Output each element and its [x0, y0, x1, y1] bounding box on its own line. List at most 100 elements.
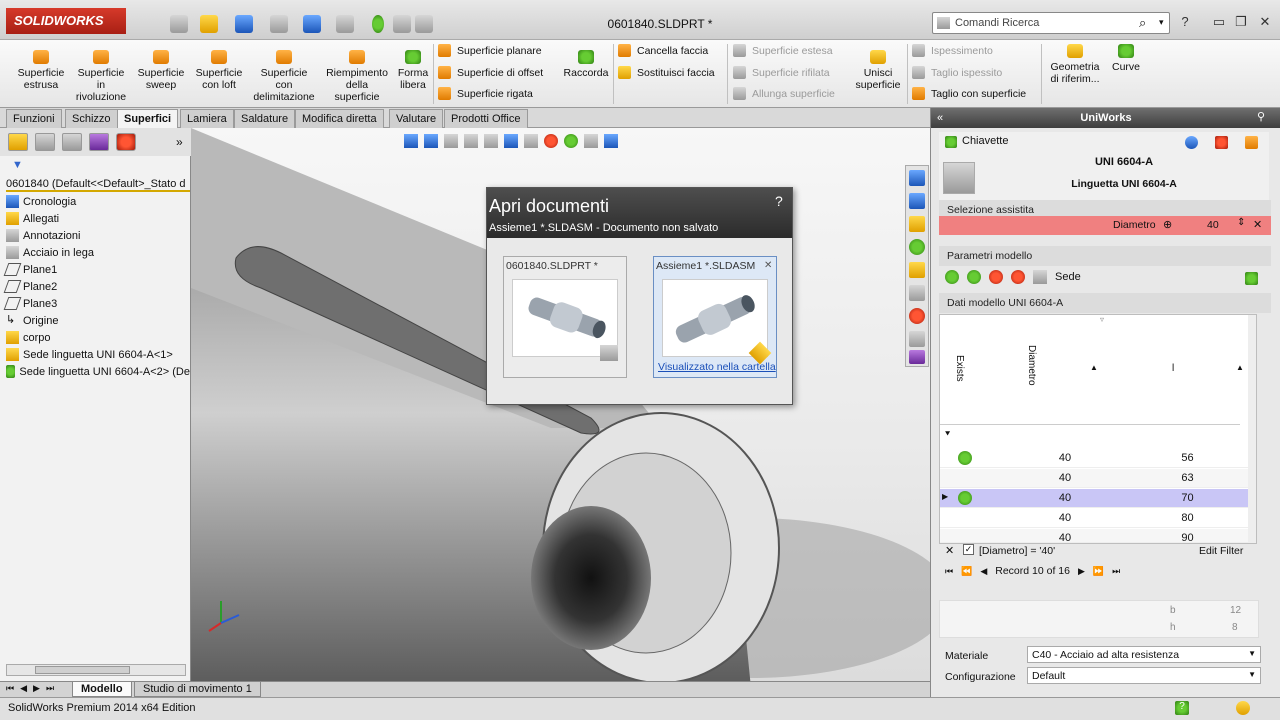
chevron-down-icon[interactable]: ▼ [1248, 670, 1256, 679]
tree-item-plane1[interactable]: Plane1 [3, 263, 57, 276]
table-row[interactable]: 40 90 [940, 529, 1250, 543]
geometria-riferimento-button[interactable]: Geometria di riferim... [1046, 44, 1104, 85]
clear-icon[interactable]: ✕ [1253, 218, 1262, 231]
help-icon[interactable] [1185, 136, 1198, 149]
chevron-down-icon[interactable]: ▾ [1159, 17, 1164, 28]
allunga-superficie-button[interactable]: Allunga superficie [733, 87, 835, 100]
tree-item-cronologia[interactable]: Cronologia [6, 195, 76, 208]
tree-item-sede-1[interactable]: Sede linguetta UNI 6604-A<1> [6, 348, 173, 361]
superficie-rifilata-button[interactable]: Superficie rifilata [733, 66, 830, 79]
appearances-icon[interactable] [909, 308, 925, 324]
horizontal-scrollbar[interactable] [6, 664, 186, 676]
edit-appearance-icon[interactable] [544, 134, 558, 148]
tree-item-origine[interactable]: ↳ Origine [6, 314, 58, 327]
uniworks-tab-icon[interactable] [909, 350, 925, 364]
sort-icon[interactable]: ▲ [1090, 363, 1098, 372]
shown-in-folder-link[interactable]: Visualizzato nella cartella [658, 361, 776, 373]
previous-record-icon[interactable]: ◀ [980, 566, 987, 577]
open-folder-icon[interactable] [200, 15, 218, 33]
custom-properties-icon[interactable] [909, 331, 925, 347]
previous-tab-icon[interactable]: ◀ [20, 683, 27, 694]
next-page-icon[interactable]: ⏩ [1093, 566, 1104, 577]
toolbox-icon[interactable] [909, 216, 925, 232]
diameter-selection-row[interactable]: Diametro ⊕ 40 ⇕ ✕ [939, 216, 1271, 235]
pin-icon[interactable]: ⚲ [1257, 110, 1265, 123]
filter-row-icon[interactable]: ⯆ [944, 429, 951, 440]
sede-label[interactable]: Sede [1055, 271, 1081, 283]
realview-icon[interactable] [604, 134, 618, 148]
next-record-icon[interactable]: ▶ [1078, 566, 1085, 577]
tab-modifica-diretta[interactable]: Modifica diretta [295, 109, 384, 128]
tab-valutare[interactable]: Valutare [389, 109, 444, 128]
superficie-estrusa-button[interactable]: Superficie estrusa [12, 50, 70, 91]
print-icon[interactable] [270, 15, 288, 33]
zoom-area-icon[interactable] [424, 134, 438, 148]
riempimento-button[interactable]: Riempimento della superficie [322, 50, 392, 103]
tree-item-corpo[interactable]: corpo [6, 331, 51, 344]
first-tab-icon[interactable]: ⏮ [6, 683, 14, 694]
view-palette-icon[interactable] [909, 285, 925, 301]
display-manager-tab-icon[interactable] [116, 133, 136, 151]
edit-filter-link[interactable]: Edit Filter [1199, 545, 1243, 557]
cancel-icon[interactable] [989, 270, 1003, 284]
tab-funzioni[interactable]: Funzioni [6, 109, 62, 128]
last-tab-icon[interactable]: ⏭ [46, 683, 54, 694]
forma-libera-button[interactable]: Forma libera [394, 50, 432, 91]
next-tab-icon[interactable]: ▶ [33, 683, 40, 694]
ok-check-icon[interactable] [967, 270, 981, 284]
dimxpert-tab-icon[interactable] [89, 133, 109, 151]
tree-item-materiale[interactable]: Acciaio in lega [6, 246, 94, 259]
tab-studio-movimento[interactable]: Studio di movimento 1 [134, 682, 261, 697]
last-record-icon[interactable]: ⏭ [1112, 566, 1120, 577]
tree-item-plane2[interactable]: Plane2 [3, 280, 57, 293]
model-data-grid[interactable]: Exists Diametro ▲ l ▲ ▿ ⯆ 40 56 40 63 ▶ … [939, 314, 1257, 544]
breadcrumb[interactable]: Chiavette [962, 135, 1008, 147]
superficie-sweep-button[interactable]: Superficie sweep [133, 50, 189, 91]
diameter-value[interactable]: 40 [1207, 219, 1219, 231]
sostituisci-faccia-button[interactable]: Sostituisci faccia [618, 66, 715, 79]
expand-panel-icon[interactable]: » [176, 135, 183, 149]
taglio-ispessito-button[interactable]: Taglio ispessito [912, 66, 1002, 79]
table-row-selected[interactable]: ▶ 40 70 [940, 489, 1250, 508]
tree-item-sede-2[interactable]: Sede linguetta UNI 6604-A<2> (De [6, 365, 190, 378]
file-explorer-icon[interactable] [909, 262, 925, 278]
previous-view-icon[interactable] [444, 134, 458, 148]
clear-filter-icon[interactable]: ✕ [945, 544, 954, 557]
hide-show-items-icon[interactable] [524, 134, 538, 148]
material-select[interactable]: C40 - Acciaio ad alta resistenza ▼ [1027, 646, 1261, 663]
minimize-button[interactable]: ▭ [1210, 14, 1228, 30]
superficie-offset-button[interactable]: Superficie di offset [438, 66, 543, 79]
column-exists[interactable]: Exists [954, 355, 965, 382]
design-library-icon[interactable] [909, 193, 925, 209]
superficie-delimitazione-button[interactable]: Superficie con delimitazione [249, 50, 319, 103]
property-manager-tab-icon[interactable] [35, 133, 55, 151]
select-arrow-icon[interactable] [336, 15, 354, 33]
cube-icon[interactable] [1011, 270, 1025, 284]
tab-superfici[interactable]: Superfici [117, 109, 179, 128]
close-thumbnail-icon[interactable]: ✕ [764, 260, 772, 271]
ispessimento-button[interactable]: Ispessimento [912, 44, 993, 57]
column-diametro[interactable]: Diametro [1026, 345, 1037, 386]
tab-modello[interactable]: Modello [72, 682, 132, 697]
superficie-rivoluzione-button[interactable]: Superficie in rivoluzione [72, 50, 130, 103]
help-icon[interactable]: ? [1175, 701, 1189, 715]
command-search-input[interactable]: Comandi Ricerca ⌕ ▾ [932, 12, 1170, 34]
taglio-superficie-button[interactable]: Taglio con superficie [912, 87, 1026, 100]
feature-tree-root[interactable]: 0601840 (Default<<Default>_Stato d [6, 178, 190, 192]
grid-vertical-scrollbar[interactable] [1248, 315, 1256, 543]
feature-tree-tab-icon[interactable] [8, 133, 28, 151]
tab-lamiera[interactable]: Lamiera [180, 109, 234, 128]
display-style-icon[interactable] [504, 134, 518, 148]
filter-checkbox[interactable]: ✓ [963, 544, 974, 555]
cancella-faccia-button[interactable]: Cancella faccia [618, 44, 708, 57]
options-gear-icon[interactable] [1245, 136, 1258, 149]
filter-icon[interactable]: ▼ [12, 159, 23, 171]
scrollbar-thumb[interactable] [35, 666, 130, 674]
unisci-superficie-button[interactable]: Unisci superficie [851, 50, 905, 91]
document-thumbnail-part[interactable]: 0601840.SLDPRT * [503, 256, 627, 378]
catalog-icon[interactable] [1215, 136, 1228, 149]
previous-page-icon[interactable]: ⏪ [961, 566, 972, 577]
sort-icon[interactable]: ▲ [1236, 363, 1244, 372]
3d-content-central-icon[interactable] [909, 239, 925, 255]
chevron-down-icon[interactable]: ▼ [1248, 649, 1256, 658]
